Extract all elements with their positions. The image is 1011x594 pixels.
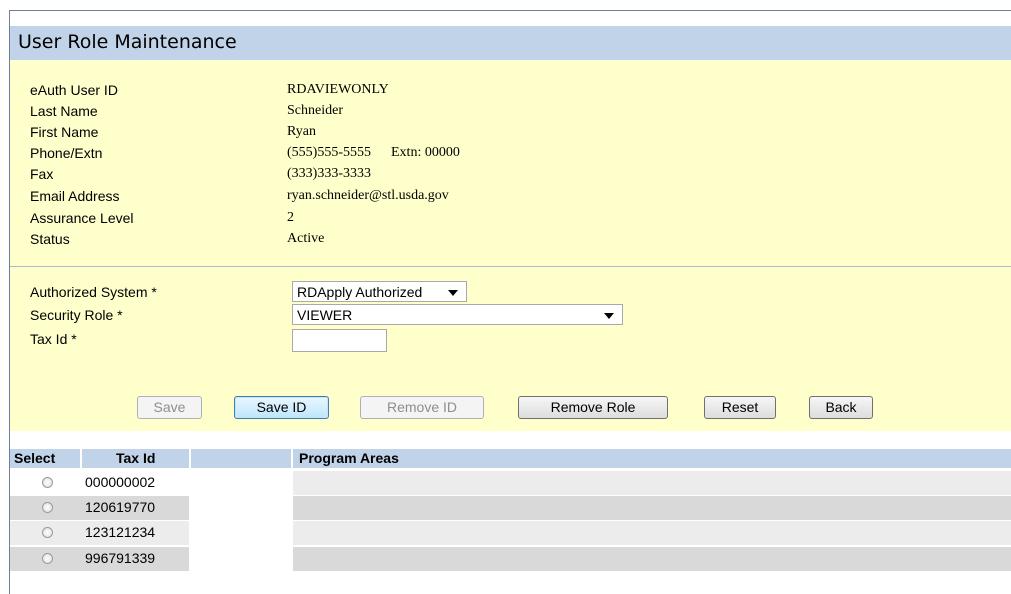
info-row-first-name: First Name Ryan [10, 122, 1011, 144]
phone-number: (555)555-5555 [287, 145, 371, 160]
info-row-fax: Fax (333)333-3333 [10, 164, 1011, 186]
phone-extn-value: (555)555-5555 Extn: 00000 [287, 145, 460, 161]
tax-id-input[interactable] [292, 329, 387, 352]
row-tax-id: 123121234 [85, 524, 156, 540]
chevron-down-icon [604, 313, 614, 319]
select-column-header: Select [14, 450, 56, 466]
tax-id-table-header: Select Tax Id Program Areas [10, 449, 1011, 468]
row-select-radio[interactable] [42, 527, 53, 538]
column-divider [80, 449, 82, 468]
row-select-radio[interactable] [42, 553, 53, 564]
reset-button[interactable]: Reset [704, 396, 776, 419]
row-select-cell: 996791339 [10, 547, 189, 571]
row-program-areas [293, 547, 1011, 571]
first-name-label: First Name [30, 124, 99, 140]
status-value: Active [287, 231, 325, 246]
info-row-last-name: Last Name Schneider [10, 101, 1011, 123]
page-title: User Role Maintenance [18, 31, 237, 53]
remove-id-button[interactable]: Remove ID [360, 396, 484, 419]
row-select-cell: 123121234 [10, 521, 189, 545]
back-button[interactable]: Back [809, 396, 873, 419]
eauth-user-id-value: RDAVIEWONLY [287, 82, 389, 97]
row-select-radio[interactable] [42, 477, 53, 488]
row-select-cell: 000000002 [10, 471, 189, 495]
email-address-value: ryan.schneider@stl.usda.gov [287, 188, 449, 203]
table-row: 000000002 [10, 471, 1011, 495]
authorized-system-select[interactable]: RDApply Authorized [292, 281, 467, 302]
tax-id-label: Tax Id * [30, 331, 77, 347]
eauth-user-id-label: eAuth User ID [30, 82, 118, 98]
table-row: 120619770 [10, 496, 1011, 520]
column-divider [291, 449, 293, 468]
user-info-panel: eAuth User ID RDAVIEWONLY Last Name Schn… [10, 60, 1011, 267]
row-tax-id: 996791339 [85, 550, 156, 566]
security-role-selected: VIEWER [297, 307, 353, 323]
fax-label: Fax [30, 166, 54, 182]
row-tax-id: 000000002 [85, 474, 156, 490]
info-row-phone: Phone/Extn (555)555-5555 Extn: 00000 [10, 143, 1011, 165]
tax-id-column-header: Tax Id [116, 450, 156, 466]
authorized-system-label: Authorized System * [30, 284, 157, 300]
program-areas-column-header: Program Areas [299, 450, 399, 466]
user-role-maintenance-window: User Role Maintenance eAuth User ID RDAV… [9, 10, 1011, 594]
save-button[interactable]: Save [137, 396, 202, 419]
chevron-down-icon [448, 290, 458, 296]
email-address-label: Email Address [30, 188, 120, 204]
table-row: 123121234 [10, 521, 1011, 545]
table-row: 996791339 [10, 547, 1011, 571]
first-name-value: Ryan [287, 124, 316, 139]
row-select-radio[interactable] [42, 502, 53, 513]
row-program-areas [293, 521, 1011, 545]
row-select-cell: 120619770 [10, 496, 189, 520]
info-row-email: Email Address ryan.schneider@stl.usda.go… [10, 186, 1011, 208]
row-program-areas [293, 471, 1011, 495]
save-id-button[interactable]: Save ID [234, 396, 329, 419]
fax-value: (333)333-3333 [287, 166, 371, 181]
info-row-eauth-id: eAuth User ID RDAVIEWONLY [10, 80, 1011, 102]
assurance-level-label: Assurance Level [30, 210, 134, 226]
authorized-system-selected: RDApply Authorized [297, 284, 423, 300]
remove-role-button[interactable]: Remove Role [518, 396, 668, 419]
column-divider [189, 449, 191, 468]
title-bar: User Role Maintenance [10, 26, 1011, 60]
security-role-label: Security Role * [30, 307, 123, 323]
info-row-assurance: Assurance Level 2 [10, 208, 1011, 230]
last-name-label: Last Name [30, 103, 98, 119]
last-name-value: Schneider [287, 103, 343, 118]
extension-value: Extn: 00000 [391, 145, 460, 160]
assurance-level-value: 2 [287, 210, 294, 225]
security-role-select[interactable]: VIEWER [292, 304, 623, 325]
status-label: Status [30, 231, 70, 247]
row-program-areas [293, 496, 1011, 520]
phone-extn-label: Phone/Extn [30, 145, 103, 161]
info-row-status: Status Active [10, 229, 1011, 251]
row-tax-id: 120619770 [85, 499, 156, 515]
